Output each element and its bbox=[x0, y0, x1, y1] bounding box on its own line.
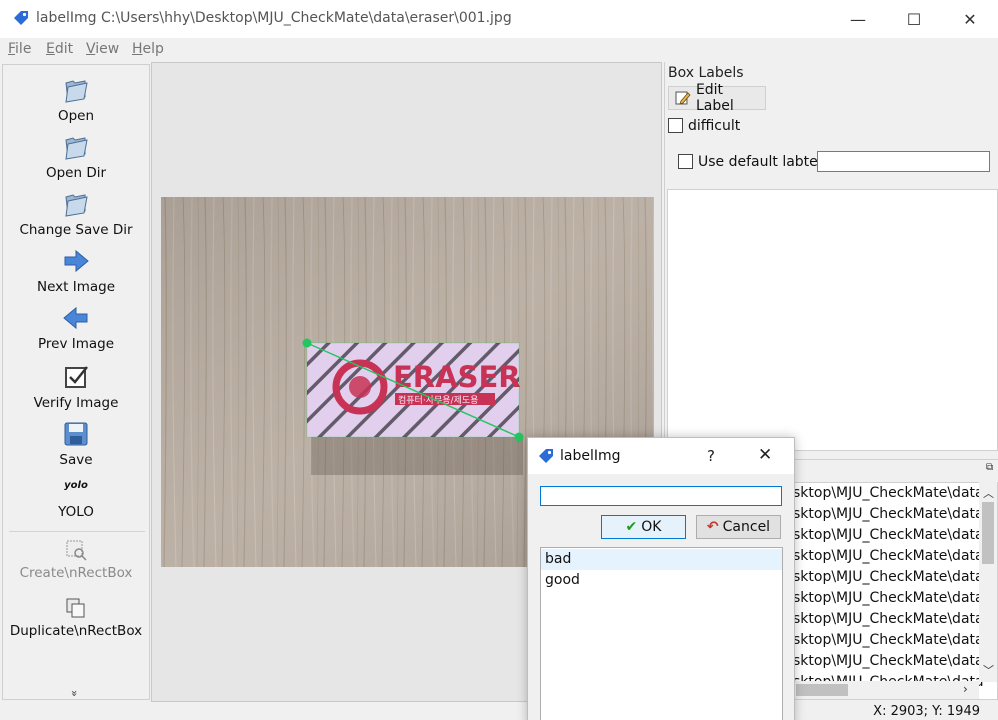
menu-view[interactable]: View bbox=[86, 41, 119, 57]
edit-label-button[interactable]: Edit Label bbox=[668, 82, 766, 114]
verify-image-label: Verify Image bbox=[33, 395, 119, 411]
edit-label-text: Edit Label bbox=[695, 82, 734, 114]
box-label-list[interactable] bbox=[667, 189, 998, 451]
more-tools-chevron-icon[interactable]: » bbox=[68, 690, 81, 697]
undo-arrow-icon: ↶ bbox=[706, 519, 719, 535]
open-button[interactable]: Open bbox=[3, 75, 149, 124]
difficult-label: difficult bbox=[688, 118, 741, 134]
label-choice-item[interactable]: bad bbox=[541, 549, 782, 570]
arrow-right-icon bbox=[64, 249, 89, 273]
menu-edit[interactable]: Edit bbox=[46, 41, 73, 57]
yolo-button[interactable]: yolo YOLO bbox=[3, 480, 149, 520]
file-list-item[interactable]: sktop\MJU_CheckMate\data bbox=[793, 653, 984, 674]
floppy-disk-icon bbox=[64, 422, 88, 446]
status-bar bbox=[0, 702, 998, 720]
close-window-button[interactable]: ✕ bbox=[942, 0, 998, 38]
scroll-right-chevron-icon[interactable]: › bbox=[963, 682, 968, 696]
float-dock-icon[interactable]: ⧉ bbox=[986, 462, 993, 473]
menu-help[interactable]: Help bbox=[132, 41, 164, 57]
file-list-item[interactable]: sktop\MJU_CheckMate\data bbox=[793, 632, 984, 653]
default-label-input[interactable] bbox=[817, 151, 990, 172]
menu-bar: File Edit View Help bbox=[0, 38, 998, 62]
folder-icon bbox=[65, 194, 88, 217]
next-image-button[interactable]: Next Image bbox=[3, 246, 149, 295]
ok-label: OK bbox=[641, 519, 662, 535]
prev-image-button[interactable]: Prev Image bbox=[3, 303, 149, 352]
folder-icon bbox=[65, 137, 88, 160]
scroll-down-chevron-icon[interactable]: ﹀ bbox=[983, 662, 994, 678]
cancel-label: Cancel bbox=[722, 519, 771, 535]
save-label: Save bbox=[59, 452, 93, 468]
file-list-item[interactable]: sktop\MJU_CheckMate\data bbox=[793, 485, 984, 506]
cursor-coordinates: X: 2903; Y: 1949 bbox=[873, 704, 980, 719]
label-input[interactable] bbox=[540, 486, 782, 506]
open-dir-label: Open Dir bbox=[45, 165, 107, 181]
checkmark-icon: ✔ bbox=[625, 519, 638, 535]
maximize-icon: ☐ bbox=[906, 9, 922, 29]
folder-icon bbox=[65, 80, 88, 103]
duplicate-rectbox-button[interactable]: Duplicate\nRectBox bbox=[3, 596, 149, 639]
save-button[interactable]: Save bbox=[3, 419, 149, 468]
checkbox-check-icon bbox=[65, 366, 88, 388]
change-save-dir-label: Change Save Dir bbox=[19, 222, 133, 238]
file-list-item[interactable]: sktop\MJU_CheckMate\data bbox=[793, 548, 984, 569]
edit-pencil-icon bbox=[675, 91, 691, 105]
prev-image-label: Prev Image bbox=[37, 336, 115, 352]
label-choice-item[interactable]: good bbox=[541, 570, 782, 591]
open-label: Open bbox=[57, 108, 95, 124]
use-default-label-label: Use default labtel bbox=[698, 154, 822, 170]
open-dir-button[interactable]: Open Dir bbox=[3, 132, 149, 181]
create-rectbox-button[interactable]: Create\nRectBox bbox=[3, 538, 149, 581]
title-bar: labelImg C:\Users\hhy\Desktop\MJU_CheckM… bbox=[0, 0, 998, 38]
labelimg-logo-icon bbox=[14, 11, 28, 25]
labelimg-logo-icon bbox=[539, 449, 553, 463]
label-dialog: labelImg ? ✕ ✔ OK ↶ Cancel bad good bbox=[527, 437, 795, 720]
duplicate-rectbox-label: Duplicate\nRectBox bbox=[9, 623, 143, 639]
create-rectbox-icon bbox=[66, 540, 87, 561]
box-labels-title: Box Labels bbox=[668, 65, 744, 81]
file-list-item[interactable]: sktop\MJU_CheckMate\data bbox=[793, 506, 984, 527]
dialog-body: ✔ OK ↶ Cancel bad good bbox=[528, 474, 794, 720]
use-default-label-checkbox[interactable] bbox=[678, 154, 693, 169]
menu-file[interactable]: File bbox=[8, 41, 31, 57]
maximize-button[interactable]: ☐ bbox=[886, 0, 942, 38]
box-corner-handle[interactable] bbox=[302, 338, 312, 348]
label-choice-list[interactable]: bad good bbox=[540, 547, 783, 720]
file-list-item[interactable]: sktop\MJU_CheckMate\data bbox=[793, 569, 984, 590]
scroll-up-chevron-icon[interactable]: ︿ bbox=[983, 485, 994, 501]
cancel-button[interactable]: ↶ Cancel bbox=[696, 515, 781, 539]
yolo-icon: yolo bbox=[64, 480, 88, 491]
file-list-scroll-thumb[interactable] bbox=[982, 502, 994, 564]
toolbar-divider bbox=[9, 531, 145, 532]
close-icon: ✕ bbox=[963, 9, 977, 29]
dialog-close-icon[interactable]: ✕ bbox=[758, 445, 772, 465]
yolo-label: YOLO bbox=[58, 504, 94, 520]
file-list-hscroll-thumb[interactable] bbox=[796, 684, 848, 696]
file-list-item[interactable]: sktop\MJU_CheckMate\data bbox=[793, 527, 984, 548]
box-corner-handle[interactable] bbox=[514, 432, 524, 442]
minimize-icon: — bbox=[850, 9, 866, 29]
verify-image-button[interactable]: Verify Image bbox=[3, 362, 149, 411]
create-rectbox-label: Create\nRectBox bbox=[19, 565, 133, 581]
arrow-left-icon bbox=[63, 306, 88, 330]
ok-button[interactable]: ✔ OK bbox=[601, 515, 686, 539]
tools-toolbar: Open Open Dir Change Save Dir Next Image… bbox=[2, 64, 150, 700]
file-list-item[interactable]: sktop\MJU_CheckMate\data bbox=[793, 590, 984, 611]
window-title: labelImg C:\Users\hhy\Desktop\MJU_CheckM… bbox=[36, 10, 512, 26]
duplicate-icon bbox=[66, 598, 85, 618]
help-icon[interactable]: ? bbox=[707, 447, 715, 465]
change-save-dir-button[interactable]: Change Save Dir bbox=[3, 189, 149, 238]
minimize-button[interactable]: — bbox=[830, 0, 886, 38]
dialog-title: labelImg bbox=[560, 448, 621, 464]
bounding-box[interactable]: ERASER 컴퓨터·사무용/제도용 bbox=[302, 338, 524, 442]
difficult-checkbox[interactable] bbox=[668, 118, 683, 133]
next-image-label: Next Image bbox=[36, 279, 116, 295]
file-list-item[interactable]: sktop\MJU_CheckMate\data bbox=[793, 611, 984, 632]
